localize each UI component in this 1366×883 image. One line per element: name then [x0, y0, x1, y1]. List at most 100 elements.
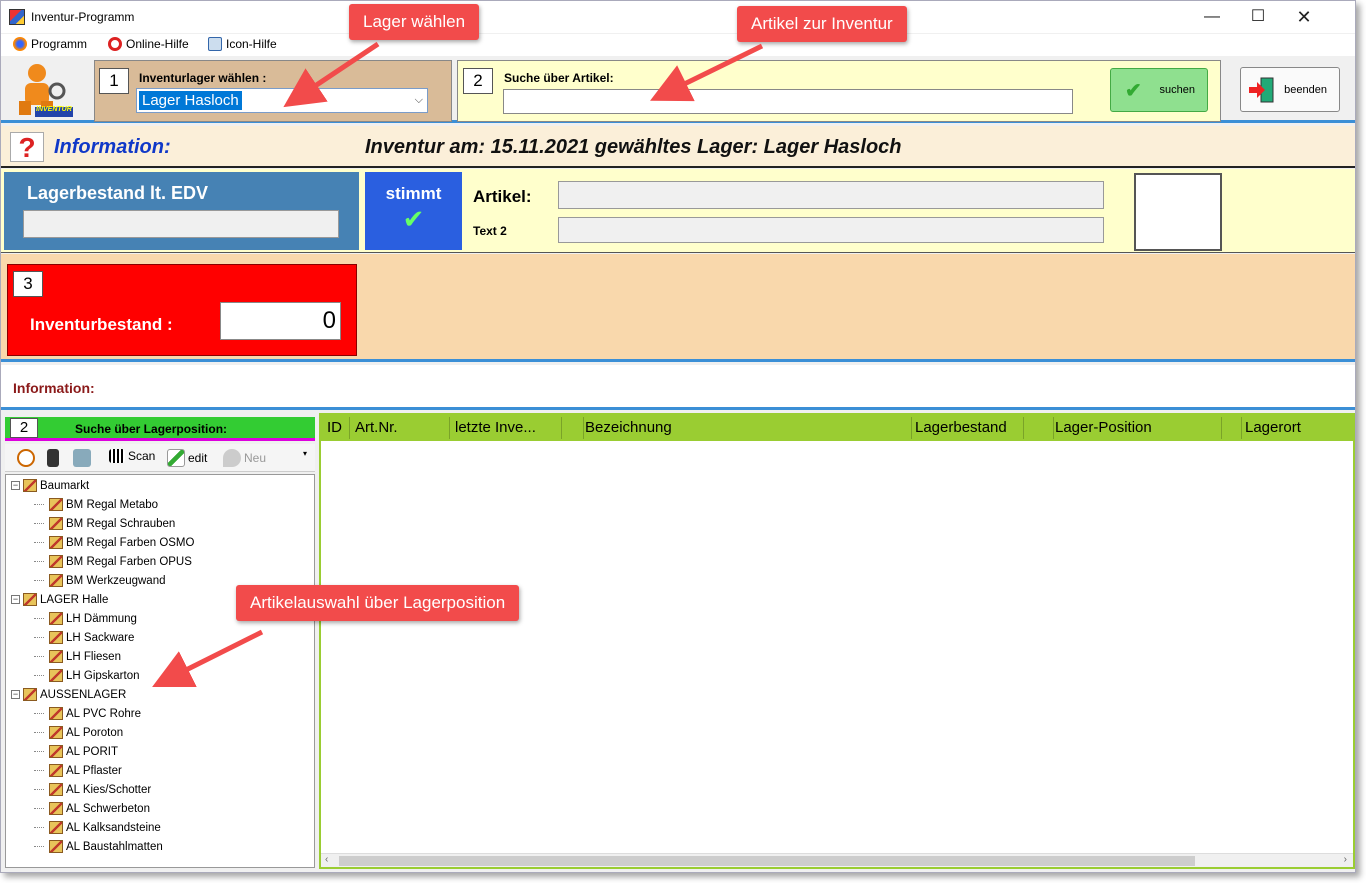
search-button-label: suchen: [1159, 84, 1195, 96]
package-icon: [49, 707, 63, 720]
article-search-input[interactable]: [503, 89, 1073, 114]
inventory-count-input[interactable]: 0: [220, 302, 341, 340]
tree-item[interactable]: AL PVC Rohre: [34, 707, 141, 720]
warehouse-select-label: Inventurlager wählen :: [139, 71, 267, 85]
menu-programm-label: Programm: [31, 37, 88, 51]
column-separator[interactable]: [349, 417, 350, 439]
barrel-button[interactable]: [47, 449, 59, 467]
menu-icon-hilfe[interactable]: Icon-Hilfe: [208, 37, 277, 51]
tree-item[interactable]: AL Poroton: [34, 726, 123, 739]
tree-item[interactable]: AL Schwerbeton: [34, 802, 150, 815]
tree-item-label: LH Gipskarton: [66, 669, 140, 682]
scroll-right-icon[interactable]: ›: [1344, 854, 1347, 865]
tools-button[interactable]: [73, 449, 91, 467]
scroll-left-icon[interactable]: ‹: [325, 854, 328, 865]
edit-button[interactable]: edit: [167, 449, 207, 467]
column-separator[interactable]: [561, 417, 562, 439]
grid-column-header[interactable]: Art.Nr.: [355, 419, 398, 436]
tree-item-label: AL Schwerbeton: [66, 802, 150, 815]
tree-item-label: AL Poroton: [66, 726, 124, 739]
grid-column-header[interactable]: Lagerbestand: [915, 419, 1007, 436]
tree-item-label: BM Regal Metabo: [66, 498, 159, 511]
information-bar: ? Information: Inventur am: 15.11.2021 g…: [1, 126, 1355, 168]
step3-number: 3: [13, 271, 43, 297]
maximize-button[interactable]: ☐: [1235, 1, 1281, 33]
collapse-icon[interactable]: −: [11, 690, 20, 699]
storage-position-tree[interactable]: − Baumarkt BM Regal Metabo BM Regal Schraub…: [5, 474, 315, 868]
tree-item[interactable]: LH Gipskarton: [34, 669, 140, 682]
question-icon: ?: [10, 132, 44, 163]
tree-group[interactable]: − Baumarkt: [11, 479, 89, 492]
toolbar-overflow-icon[interactable]: ▾: [303, 449, 307, 458]
column-separator[interactable]: [1241, 417, 1242, 439]
callout-lager-waehlen: Lager wählen: [349, 4, 480, 40]
tree-item-label: AL Kalksandsteine: [66, 821, 161, 834]
edv-stock-field: [23, 210, 339, 238]
tree-item[interactable]: AL Baustahlmatten: [34, 840, 163, 853]
tree-item-label: AL Baustahlmatten: [66, 840, 163, 853]
article-label: Artikel:: [473, 187, 532, 206]
grid-column-header[interactable]: ID: [327, 419, 342, 436]
scrollbar-thumb[interactable]: [339, 856, 1195, 866]
tree-item-label: LH Fliesen: [66, 650, 121, 663]
title-bar: Inventur-Programm — ☐ ✕: [1, 1, 1355, 33]
chevron-down-icon[interactable]: ⌵: [415, 94, 423, 107]
article-field: [558, 181, 1104, 209]
grid-column-header[interactable]: letzte Inve...: [455, 419, 536, 436]
tree-item[interactable]: AL Kalksandsteine: [34, 821, 161, 834]
article-grid[interactable]: ID Art.Nr. letzte Inve... Bezeichnung Lagerb…: [319, 413, 1355, 869]
column-separator[interactable]: [583, 417, 584, 439]
search-button[interactable]: ✔ suchen: [1110, 68, 1208, 112]
menu-online-hilfe[interactable]: Online-Hilfe: [108, 37, 189, 51]
tree-item[interactable]: LH Dämmung: [34, 612, 137, 625]
collapse-icon[interactable]: −: [11, 481, 20, 490]
tree-item[interactable]: LH Sackware: [34, 631, 134, 644]
stock-info-panel: Lagerbestand lt. EDV stimmt ✔ Artikel: T…: [1, 169, 1355, 253]
column-separator[interactable]: [449, 417, 450, 439]
tree-item[interactable]: BM Regal Farben OSMO: [34, 536, 194, 549]
tree-item[interactable]: AL Pflaster: [34, 764, 122, 777]
menu-online-hilfe-label: Online-Hilfe: [126, 37, 189, 51]
column-separator[interactable]: [1221, 417, 1222, 439]
tree-item[interactable]: BM Regal Schrauben: [34, 517, 175, 530]
scan-button[interactable]: Scan: [109, 449, 155, 463]
tree-group[interactable]: − LAGER Halle: [11, 593, 108, 606]
column-separator[interactable]: [1023, 417, 1024, 439]
tree-item[interactable]: BM Regal Metabo: [34, 498, 158, 511]
grid-column-header[interactable]: Bezeichnung: [585, 419, 672, 436]
tree-group[interactable]: − AUSSENLAGER: [11, 688, 126, 701]
package-icon: [49, 840, 63, 853]
storage-position-header: 2 Suche über Lagerposition:: [5, 417, 315, 441]
new-button[interactable]: Neu: [223, 449, 266, 467]
column-separator[interactable]: [1053, 417, 1054, 439]
exit-door-icon: [1249, 77, 1274, 102]
grid-column-header[interactable]: Lagerort: [1245, 419, 1301, 436]
clock-button[interactable]: [17, 449, 35, 467]
barrel-icon: [47, 449, 59, 467]
tree-item[interactable]: BM Werkzeugwand: [34, 574, 166, 587]
tree-item[interactable]: BM Regal Farben OPUS: [34, 555, 192, 568]
edv-stock-label: Lagerbestand lt. EDV: [27, 183, 209, 203]
tree-item-label: BM Werkzeugwand: [66, 574, 166, 587]
package-icon: [49, 555, 63, 568]
tree-item[interactable]: LH Fliesen: [34, 650, 121, 663]
stimmt-button[interactable]: stimmt ✔: [365, 172, 462, 250]
collapse-icon[interactable]: −: [11, 595, 20, 604]
grid-header: ID Art.Nr. letzte Inve... Bezeichnung Lagerb…: [321, 415, 1353, 441]
tree-item-label: AL PVC Rohre: [66, 707, 141, 720]
column-separator[interactable]: [911, 417, 912, 439]
inventory-count-label: Inventurbestand :: [30, 315, 173, 334]
grid-column-header[interactable]: Lager-Position: [1055, 419, 1152, 436]
horizontal-scrollbar[interactable]: ‹ ›: [321, 853, 1353, 867]
exit-button[interactable]: beenden: [1240, 67, 1340, 112]
warehouse-select[interactable]: Lager Hasloch ⌵: [136, 88, 428, 113]
close-button[interactable]: ✕: [1281, 1, 1327, 33]
minimize-button[interactable]: —: [1189, 1, 1235, 33]
menu-programm[interactable]: Programm: [13, 37, 87, 51]
article-image-box: [1134, 173, 1222, 251]
new-button-label: Neu: [244, 451, 267, 465]
storage-position-panel: 2 Suche über Lagerposition: Scan edit Ne…: [1, 413, 319, 872]
tree-item[interactable]: AL Kies/Schotter: [34, 783, 151, 796]
text2-label: Text 2: [473, 224, 507, 238]
tree-item[interactable]: AL PORIT: [34, 745, 118, 758]
